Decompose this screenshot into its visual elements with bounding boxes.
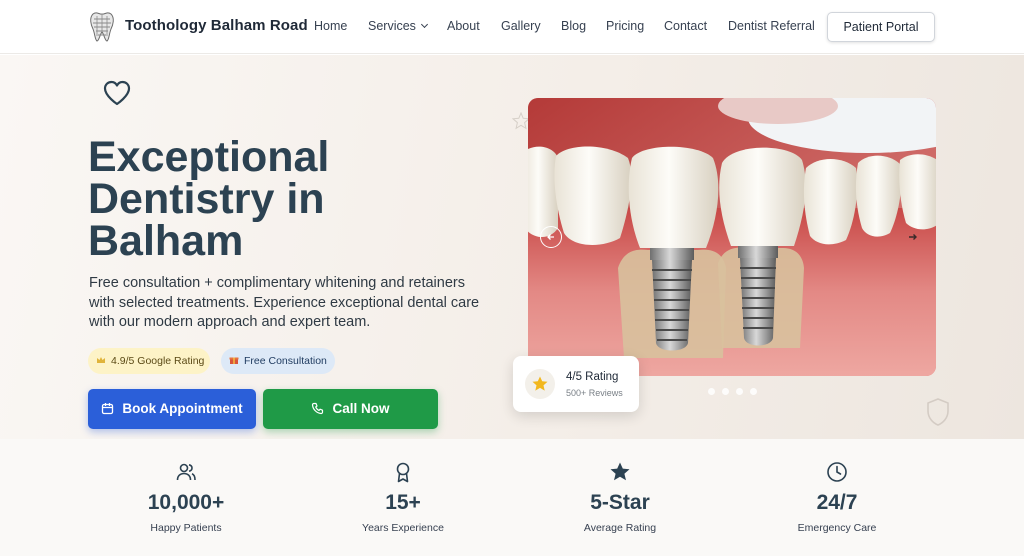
nav-about[interactable]: About [447, 19, 480, 33]
hero-title-line: Dentistry in [88, 175, 325, 223]
call-now-label: Call Now [332, 401, 390, 416]
stat-label: Happy Patients [150, 522, 222, 534]
stat-label: Years Experience [362, 522, 444, 534]
nav-services[interactable]: Services [368, 19, 428, 33]
nav-services-label: Services [368, 19, 416, 33]
rating-title: 4/5 Rating [566, 371, 619, 383]
carousel-dot[interactable] [722, 388, 729, 395]
nav-contact[interactable]: Contact [664, 19, 707, 33]
google-rating-label: 4.9/5 Google Rating [111, 355, 205, 367]
rating-card: 4/5 Rating 500+ Reviews [513, 356, 639, 412]
stat-label: Emergency Care [797, 522, 877, 534]
chevron-down-icon [420, 20, 428, 29]
site-header: Toothology Balham Road Home Services Abo… [0, 0, 1024, 54]
phone-icon [312, 402, 324, 415]
heart-icon [103, 80, 131, 106]
rating-reviews-count: 500+ Reviews [566, 388, 623, 398]
hero-title-line: Exceptional [88, 133, 330, 181]
dental-implant-image [528, 98, 936, 376]
carousel-next-arrow-icon[interactable] [904, 228, 922, 246]
brand-name[interactable]: Toothology Balham Road [125, 17, 308, 34]
users-icon [176, 463, 196, 481]
gift-icon [229, 357, 239, 364]
book-appointment-label: Book Appointment [122, 401, 243, 416]
nav-home[interactable]: Home [314, 19, 347, 33]
hero-title: Exceptional Dentistry in Balham [88, 133, 448, 265]
free-consultation-badge: Free Consultation [221, 348, 335, 374]
nav-dentist-referral[interactable]: Dentist Referral [728, 19, 815, 33]
free-consultation-label: Free Consultation [244, 355, 327, 367]
crown-icon [97, 357, 105, 363]
hero-title-line: Balham [88, 217, 244, 265]
shield-icon [927, 398, 949, 426]
tooth-logo-icon[interactable] [88, 10, 116, 42]
clock-icon [827, 462, 847, 482]
award-icon [396, 462, 410, 483]
hero-carousel[interactable] [528, 98, 936, 376]
patient-portal-button[interactable]: Patient Portal [827, 12, 935, 42]
nav-gallery[interactable]: Gallery [501, 19, 541, 33]
stat-label: Average Rating [583, 522, 657, 534]
carousel-dot[interactable] [708, 388, 715, 395]
star-icon [610, 462, 630, 481]
carousel-dot[interactable] [750, 388, 757, 395]
hero-section: Exceptional Dentistry in Balham Free con… [0, 55, 1024, 439]
hero-subtitle: Free consultation + complimentary whiten… [89, 275, 480, 330]
carousel-dot[interactable] [736, 388, 743, 395]
rating-star-badge [525, 369, 555, 399]
stat-value: 5-Star [590, 491, 650, 514]
star-icon [532, 376, 548, 391]
calendar-icon [102, 403, 114, 415]
carousel-prev-button[interactable] [540, 226, 562, 248]
stat-value: 24/7 [816, 491, 858, 514]
stat-value: 10,000+ [147, 491, 225, 514]
nav-blog[interactable]: Blog [561, 19, 586, 33]
google-rating-badge: 4.9/5 Google Rating [88, 348, 210, 374]
stat-value: 15+ [385, 491, 421, 514]
arrow-left-icon [547, 234, 554, 240]
call-now-button[interactable]: Call Now [263, 389, 438, 429]
book-appointment-button[interactable]: Book Appointment [88, 389, 256, 429]
nav-pricing[interactable]: Pricing [606, 19, 644, 33]
stats-bar: 10,000+ Happy Patients 15+ Years Experie… [0, 439, 1024, 556]
